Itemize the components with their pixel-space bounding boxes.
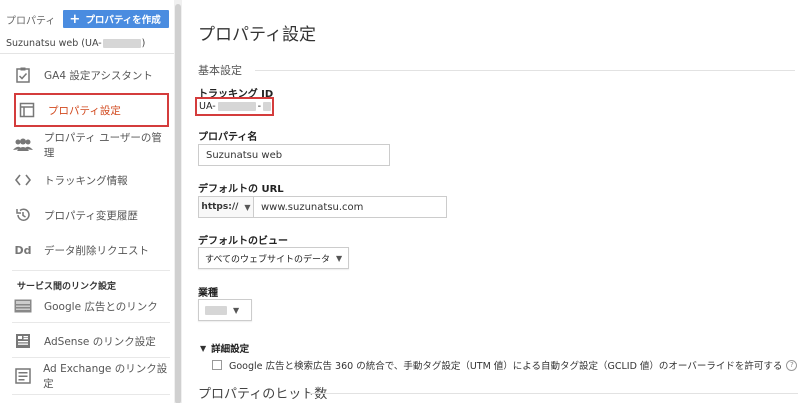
redacted-id-mask <box>102 39 141 48</box>
sidebar-item-property-settings[interactable]: プロパティ設定 <box>14 93 169 127</box>
sidebar-item-label: トラッキング情報 <box>44 174 128 187</box>
sidebar-item-data-deletion[interactable]: Dd データ削除リクエスト <box>12 233 172 267</box>
redacted-id-mask <box>217 102 256 111</box>
plus-icon: + <box>69 11 81 27</box>
caret-down-icon: ▼ <box>336 253 343 263</box>
default-url-input[interactable]: www.suzunatsu.com <box>254 196 447 218</box>
adexchange-icon <box>12 367 33 385</box>
basic-settings-label: 基本設定 <box>198 64 242 77</box>
create-property-label: プロパティを作成 <box>85 15 161 26</box>
main-content: プロパティ設定 基本設定 トラッキング ID UA- - プロパティ名 Suzu… <box>182 0 800 403</box>
sidebar-item-label: データ削除リクエスト <box>44 244 149 257</box>
history-icon <box>12 206 34 224</box>
industry-label: 業種 <box>198 288 218 299</box>
sidebar-divider <box>12 270 170 271</box>
tracking-id-sep: - <box>257 101 262 112</box>
property-name-input[interactable]: Suzunatsu web <box>198 144 390 166</box>
default-view-value: すべてのウェブサイトのデータ <box>205 254 331 265</box>
default-view-dropdown[interactable]: すべてのウェブサイトのデータ ▼ <box>198 247 350 269</box>
sidebar-item-ga4-assistant[interactable]: GA4 設定アシスタント <box>12 58 172 92</box>
sidebar-item-user-management[interactable]: プロパティ ユーザーの管理 <box>12 128 172 162</box>
adsense-icon <box>12 332 34 350</box>
sidebar-item-label: Google 広告とのリンク <box>44 300 158 313</box>
help-icon[interactable]: ? <box>786 359 798 371</box>
sidebar-scrollbar-thumb[interactable] <box>175 4 181 403</box>
property-name-label: プロパティ名 <box>198 132 258 143</box>
url-protocol-select[interactable]: https:// ▼ <box>198 196 254 218</box>
ads-icon <box>12 297 34 315</box>
caret-down-icon: ▼ <box>233 305 240 315</box>
tracking-id-value: UA- - <box>195 97 274 116</box>
account-name: Suzunatsu web (UA- <box>6 38 102 49</box>
users-icon <box>12 136 34 154</box>
caret-down-icon: ▼ <box>244 202 251 212</box>
basic-settings-heading: 基本設定 <box>198 62 242 78</box>
checklist-icon <box>12 66 34 84</box>
advanced-settings-toggle[interactable]: ▼ 詳細設定 <box>200 341 250 356</box>
sidebar-item-adexchange-link[interactable]: Ad Exchange のリンク設定 <box>12 359 172 393</box>
sidebar-item-adsense-link[interactable]: AdSense のリンク設定 <box>12 324 172 358</box>
section-divider <box>255 70 795 71</box>
sidebar-item-label: Ad Exchange のリンク設定 <box>43 363 168 390</box>
sidebar-divider <box>12 322 170 323</box>
code-icon <box>12 171 34 189</box>
default-view-label: デフォルトのビュー <box>198 236 288 247</box>
default-url-label: デフォルトの URL <box>198 184 284 195</box>
utm-override-option: Google 広告と検索広告 360 の統合で、手動タグ設定（UTM 値）による… <box>212 358 798 372</box>
utm-override-text: Google 広告と検索広告 360 の統合で、手動タグ設定（UTM 値）による… <box>229 361 783 372</box>
dd-icon: Dd <box>14 243 32 257</box>
default-url-value: www.suzunatsu.com <box>261 201 364 213</box>
industry-dropdown[interactable]: ▼ <box>198 299 252 321</box>
page-title: プロパティ設定 <box>198 25 316 45</box>
section-divider <box>308 393 798 394</box>
sidebar-header: プロパティ + プロパティを作成 <box>6 10 169 28</box>
sidebar-item-change-history[interactable]: プロパティ変更履歴 <box>12 198 172 232</box>
utm-override-checkbox[interactable] <box>212 360 222 370</box>
property-label: プロパティ <box>6 15 56 27</box>
sidebar-divider <box>12 394 170 395</box>
sidebar-item-label: GA4 設定アシスタント <box>44 69 153 82</box>
sidebar-divider <box>12 357 170 358</box>
sidebar-divider <box>0 53 174 54</box>
sidebar-item-label: AdSense のリンク設定 <box>44 335 156 348</box>
sidebar-item-label: プロパティ設定 <box>48 104 121 117</box>
redacted-id-mask <box>263 102 272 111</box>
advanced-settings-label: 詳細設定 <box>211 344 250 355</box>
sidebar-item-tracking-info[interactable]: トラッキング情報 <box>12 163 172 197</box>
sidebar: プロパティ + プロパティを作成 Suzunatsu web (UA- ) GA… <box>0 0 174 403</box>
tracking-id-prefix: UA- <box>199 101 216 112</box>
account-suffix: ) <box>141 38 146 49</box>
property-window-icon <box>16 101 38 119</box>
create-property-button[interactable]: + プロパティを作成 <box>63 10 169 28</box>
redacted-value-mask <box>205 305 227 315</box>
property-name-value: Suzunatsu web <box>206 149 283 161</box>
account-selector[interactable]: Suzunatsu web (UA- ) <box>6 38 145 49</box>
url-protocol-value: https:// <box>201 202 239 212</box>
sidebar-item-google-ads-link[interactable]: Google 広告とのリンク <box>12 289 172 323</box>
sidebar-item-label: プロパティ変更履歴 <box>44 209 138 222</box>
triangle-down-icon: ▼ <box>200 343 207 353</box>
sidebar-item-label: プロパティ ユーザーの管理 <box>43 132 162 159</box>
